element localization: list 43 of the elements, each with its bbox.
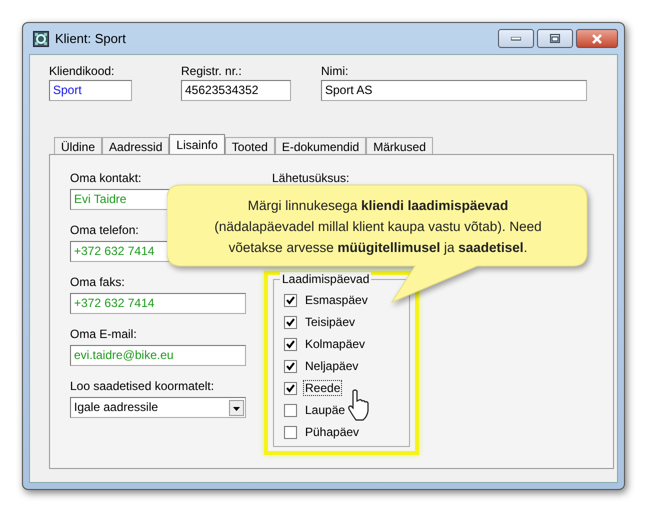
checkbox-label[interactable]: Esmaspäev xyxy=(303,292,370,308)
tab[interactable]: Lisainfo xyxy=(169,134,225,154)
field-label: Oma kontakt: xyxy=(70,171,142,185)
field-label: Loo saadetised koormatelt: xyxy=(70,379,216,393)
input-field[interactable]: Sport AS xyxy=(321,80,587,101)
checkbox-label[interactable]: Pühapäev xyxy=(303,424,362,440)
close-button[interactable] xyxy=(576,29,618,48)
input-field[interactable]: evi.taidre@bike.eu xyxy=(70,345,246,366)
window-title: Klient: Sport xyxy=(55,31,126,46)
checkbox[interactable] xyxy=(284,338,297,350)
checkbox[interactable] xyxy=(284,360,297,372)
tab[interactable]: Üldine xyxy=(54,137,102,154)
group-title: Laadimispäevad xyxy=(280,272,372,286)
dropdown[interactable]: Igale aadressile xyxy=(70,397,246,418)
input-field[interactable]: +372 632 7414 xyxy=(70,293,246,314)
checkbox-label[interactable]: Teisipäev xyxy=(303,314,358,330)
checkbox-label[interactable]: Neljapäev xyxy=(303,358,360,374)
checkbox-label[interactable]: Laupäe xyxy=(303,402,348,418)
checkbox[interactable] xyxy=(284,426,297,438)
tab[interactable]: Tooted xyxy=(224,137,275,154)
app-icon xyxy=(33,30,49,46)
checkbox-label[interactable]: Kolmapäev xyxy=(303,336,368,352)
field-label: Oma E-mail: xyxy=(70,327,138,341)
maximize-button[interactable] xyxy=(537,29,573,48)
tab[interactable]: Aadressid xyxy=(102,137,170,154)
input-field[interactable]: Sport xyxy=(49,80,132,101)
close-icon xyxy=(591,34,603,44)
field-label: Oma faks: xyxy=(70,275,126,289)
minimize-button[interactable] xyxy=(498,29,534,48)
checkbox-label[interactable]: Reede xyxy=(303,380,342,396)
minimize-icon xyxy=(511,36,521,40)
field-label: Kliendikood: xyxy=(49,64,116,78)
checkbox[interactable] xyxy=(284,316,297,328)
tab[interactable]: E-dokumendid xyxy=(274,137,366,154)
checkbox[interactable] xyxy=(284,382,297,394)
tab[interactable]: Märkused xyxy=(366,137,433,154)
field-label: Lähetusüksus: xyxy=(272,171,350,185)
maximize-icon xyxy=(550,34,560,43)
checkbox[interactable] xyxy=(284,404,297,416)
field-label: Registr. nr.: xyxy=(181,64,243,78)
input-field[interactable]: 45623534352 xyxy=(181,80,291,101)
field-label: Nimi: xyxy=(321,64,350,78)
checkbox[interactable] xyxy=(284,294,297,306)
